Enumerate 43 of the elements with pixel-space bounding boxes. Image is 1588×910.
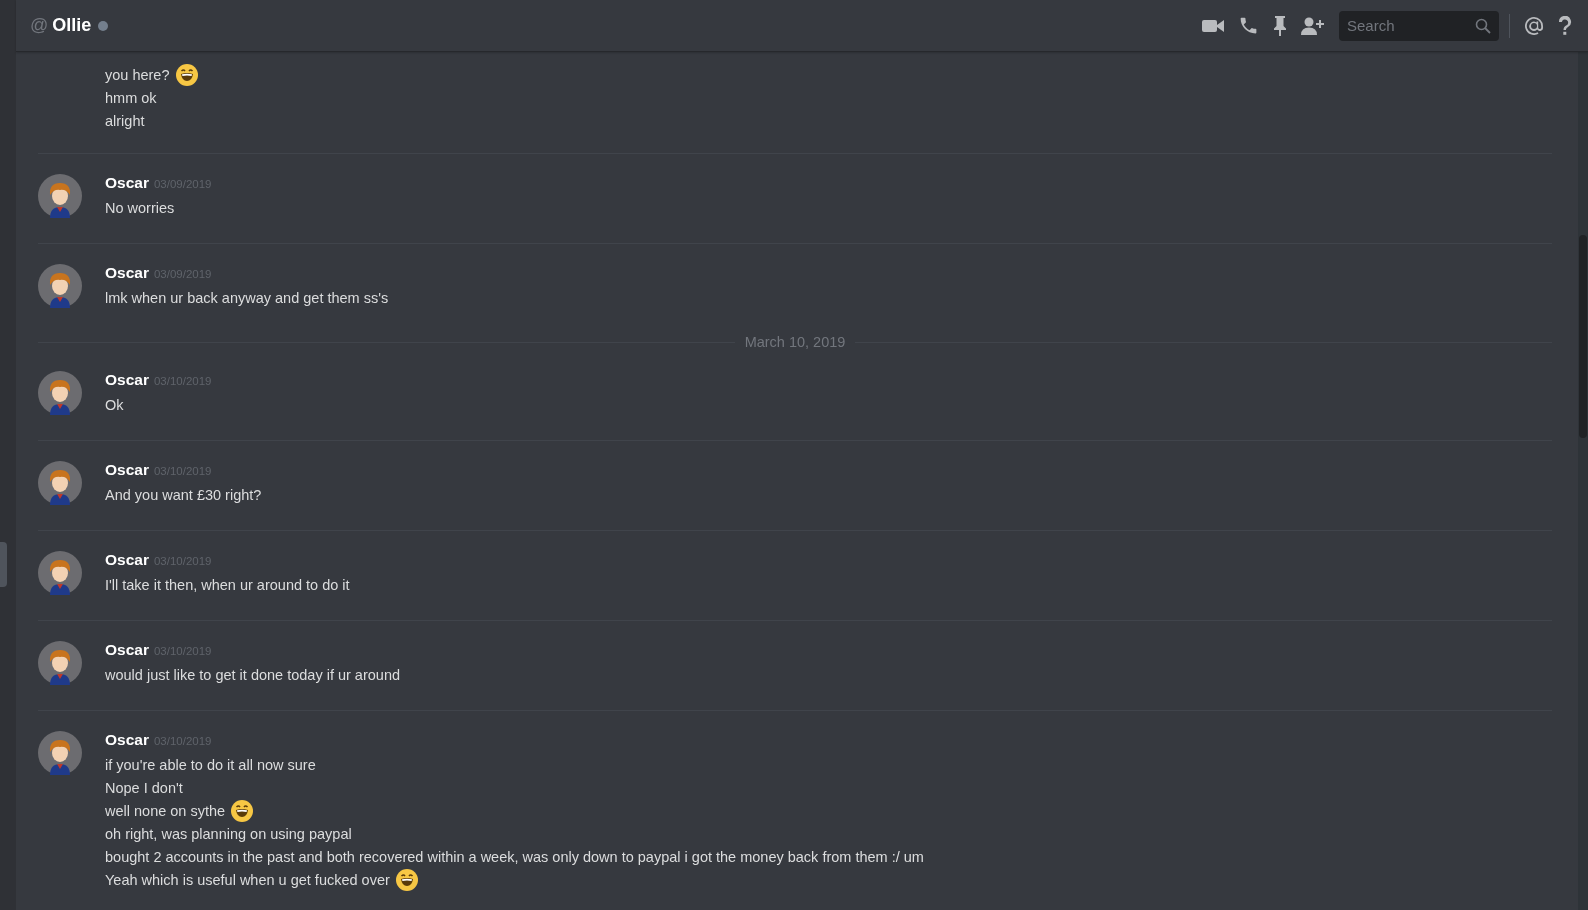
- message-text: And you want £30 right?: [105, 486, 262, 503]
- message-text: lmk when ur back anyway and get them ss's: [105, 289, 389, 306]
- message-text: you here?: [105, 66, 170, 83]
- avatar-icon[interactable]: [38, 264, 82, 308]
- message-text: bought 2 accounts in the past and both recovered within a week, was only down to paypal i got the money back from them :/ um: [105, 848, 924, 865]
- message-text: Nope I don't: [105, 779, 183, 796]
- message-text: hmm ok: [105, 89, 157, 106]
- author-name[interactable]: Oscar: [105, 461, 149, 479]
- scrollbar[interactable]: [1578, 52, 1588, 910]
- search-icon: [1475, 17, 1491, 34]
- avatar-icon[interactable]: [38, 174, 82, 218]
- phone-icon[interactable]: [1238, 15, 1259, 36]
- message-text: Ok: [105, 396, 124, 413]
- author-name[interactable]: Oscar: [105, 264, 149, 282]
- at-sign: @: [30, 15, 49, 36]
- avatar-icon[interactable]: [38, 731, 82, 775]
- author-name[interactable]: Oscar: [105, 371, 149, 389]
- author-name[interactable]: Oscar: [105, 551, 149, 569]
- message-text: alright: [105, 112, 145, 129]
- avatar-icon[interactable]: [38, 641, 82, 685]
- message-text: No worries: [105, 199, 175, 216]
- avatar-icon[interactable]: [38, 461, 82, 505]
- author-name[interactable]: Oscar: [105, 174, 149, 192]
- add-user-icon[interactable]: [1301, 16, 1325, 35]
- date-divider: March 10, 2019: [743, 334, 847, 350]
- message-text: I'll take it then, when ur around to do it: [105, 576, 350, 593]
- message-text: if you're able to do it all now sure: [105, 756, 316, 773]
- video-camera-icon[interactable]: [1202, 17, 1224, 34]
- message-text: well none on sythe: [105, 802, 226, 819]
- mention-icon[interactable]: [1524, 15, 1544, 36]
- message-text: Yeah which is useful when u get fucked over: [105, 871, 390, 888]
- status-icon: [98, 20, 109, 31]
- pin-icon[interactable]: [1273, 15, 1287, 36]
- author-name[interactable]: Oscar: [105, 641, 149, 659]
- help-icon[interactable]: [1558, 15, 1572, 36]
- panel-handle[interactable]: [0, 542, 7, 587]
- search-field[interactable]: Search: [1339, 10, 1499, 41]
- channel-title: Ollie: [52, 15, 92, 36]
- author-name[interactable]: Oscar: [105, 731, 149, 749]
- message-text: would just like to get it done today if ur around: [105, 666, 400, 683]
- avatar-icon[interactable]: [38, 371, 82, 415]
- message-text: oh right, was planning on using paypal: [105, 825, 352, 842]
- avatar-icon[interactable]: [38, 551, 82, 595]
